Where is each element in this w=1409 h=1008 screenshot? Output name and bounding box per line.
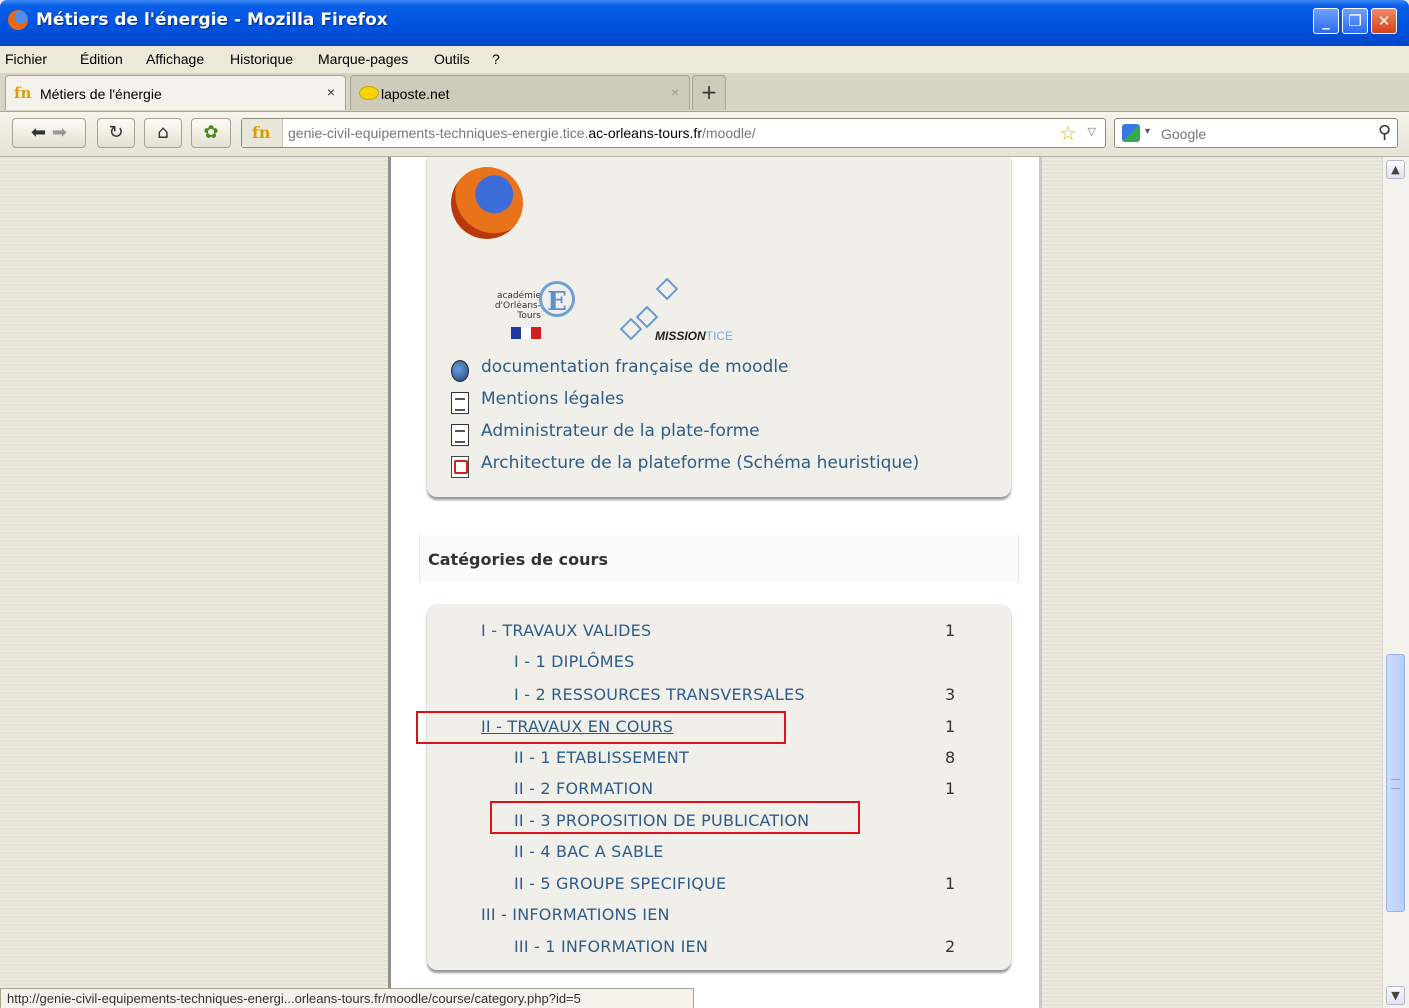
category-link[interactable]: II - 4 BAC A SABLE — [514, 842, 664, 861]
firefox-logo[interactable] — [451, 167, 523, 239]
minimize-icon: _ — [1322, 12, 1330, 30]
menu-fichier[interactable]: Fichier — [5, 51, 47, 67]
laposte-icon — [359, 86, 379, 100]
category-link[interactable]: III - 1 INFORMATION IEN — [514, 937, 708, 956]
back-arrow-icon[interactable]: ⬅ — [31, 122, 46, 143]
category-count: 2 — [945, 937, 956, 956]
tab-close-icon[interactable]: × — [671, 84, 679, 100]
highlight-box — [490, 801, 860, 834]
category-link[interactable]: II - 5 GROUPE SPECIFIQUE — [514, 874, 726, 893]
menu-affichage[interactable]: Affichage — [146, 51, 204, 67]
category-link[interactable]: I - TRAVAUX VALIDES — [481, 621, 651, 640]
forward-arrow-icon[interactable]: ➡ — [52, 122, 67, 143]
academie-logo-text: académie d'Orléans-Tours — [494, 291, 541, 321]
firefox-icon — [8, 10, 28, 30]
academie-logo[interactable]: académie d'Orléans-Tours E — [473, 275, 577, 347]
menu-edition[interactable]: Édition — [80, 51, 123, 67]
mission-tice-text: MISSIONTICE — [655, 329, 734, 343]
bookmark-star-icon[interactable]: ☆ — [1059, 121, 1077, 145]
categories-block: I - TRAVAUX VALIDES 1 I - 1 DIPLÔMES I -… — [427, 604, 1011, 970]
category-link[interactable]: II - 1 ETABLISSEMENT — [514, 748, 689, 767]
scrollbar-thumb[interactable] — [1386, 654, 1405, 912]
maximize-button[interactable]: ❐ — [1342, 8, 1368, 34]
window-title-bar: Métiers de l'énergie - Mozilla Firefox _… — [0, 0, 1409, 46]
page-viewport: académie d'Orléans-Tours E MISSIONTICE d… — [0, 157, 1382, 1008]
search-input[interactable] — [1159, 123, 1363, 145]
url-text[interactable]: genie-civil-equipements-techniques-energ… — [288, 125, 756, 141]
google-engine-icon[interactable] — [1122, 124, 1140, 142]
categories-heading: Catégories de cours — [428, 550, 608, 569]
grip-icon — [1391, 779, 1400, 789]
category-link[interactable]: II - 2 FORMATION — [514, 779, 653, 798]
home-icon: ⌂ — [157, 122, 169, 143]
back-forward-button[interactable]: ⬅ ➡ — [12, 118, 86, 148]
addon-icon: ✿ — [203, 122, 219, 143]
academie-e-icon: E — [539, 281, 575, 317]
category-count: 1 — [945, 621, 956, 640]
reload-icon: ↻ — [108, 122, 124, 143]
tab-label: laposte.net — [381, 86, 450, 102]
flag-icon — [511, 327, 541, 339]
scroll-down-button[interactable]: ▼ — [1386, 986, 1405, 1005]
tab-bar: fn Métiers de l'énergie × laposte.net × … — [0, 73, 1409, 112]
category-count: 1 — [945, 779, 956, 798]
menu-outils[interactable]: Outils — [434, 51, 470, 67]
page-content: académie d'Orléans-Tours E MISSIONTICE d… — [388, 157, 1042, 1008]
highlight-box — [416, 711, 786, 744]
navigation-toolbar: ⬅ ➡ ↻ ⌂ ✿ fn genie-civil-equipements-tec… — [0, 112, 1409, 157]
category-count: 8 — [945, 748, 956, 767]
address-bar[interactable]: fn genie-civil-equipements-techniques-en… — [241, 118, 1106, 148]
category-count: 3 — [945, 685, 956, 704]
history-dropdown-icon[interactable]: ▽ — [1088, 125, 1096, 138]
menu-bar: Fichier Édition Affichage Historique Mar… — [0, 46, 1409, 73]
window-title: Métiers de l'énergie - Mozilla Firefox — [36, 10, 388, 30]
engine-dropdown-icon[interactable]: ▾ — [1145, 126, 1150, 137]
close-window-button[interactable]: ✕ — [1371, 8, 1397, 34]
restore-icon: ❐ — [1348, 12, 1362, 30]
document-icon — [451, 392, 469, 414]
category-link[interactable]: I - 1 DIPLÔMES — [514, 652, 634, 671]
menu-help[interactable]: ? — [492, 51, 500, 67]
addon-button[interactable]: ✿ — [191, 118, 231, 148]
tab-laposte[interactable]: laposte.net × — [350, 75, 690, 110]
category-link[interactable]: III - INFORMATIONS IEN — [481, 905, 670, 924]
info-block: académie d'Orléans-Tours E MISSIONTICE d… — [427, 157, 1011, 497]
menu-historique[interactable]: Historique — [230, 51, 293, 67]
tab-metiers-energie[interactable]: fn Métiers de l'énergie × — [5, 75, 346, 110]
search-bar[interactable]: ▾ ⚲ — [1114, 118, 1398, 148]
chevron-up-icon: ▲ — [1391, 163, 1400, 176]
pdf-icon — [451, 456, 469, 478]
mission-tice-logo[interactable]: MISSIONTICE — [613, 275, 753, 347]
globe-icon — [451, 360, 469, 382]
new-tab-button[interactable]: + — [692, 75, 726, 110]
moodle-site-icon: fn — [14, 84, 32, 102]
site-identity-button[interactable]: fn — [242, 119, 283, 147]
diamond-shape — [655, 277, 679, 301]
minimize-button[interactable]: _ — [1313, 8, 1339, 34]
reload-button[interactable]: ↻ — [97, 118, 135, 148]
categories-header: Catégories de cours — [419, 535, 1019, 582]
category-link[interactable]: I - 2 RESSOURCES TRANSVERSALES — [514, 685, 805, 704]
home-button[interactable]: ⌂ — [144, 118, 182, 148]
close-icon: ✕ — [1377, 12, 1391, 30]
tab-close-icon[interactable]: × — [327, 84, 335, 100]
document-icon — [451, 424, 469, 446]
tab-label: Métiers de l'énergie — [40, 86, 162, 102]
vertical-scrollbar[interactable]: ▲ ▼ — [1382, 157, 1409, 1008]
category-count: 1 — [945, 874, 956, 893]
status-bar: http://genie-civil-equipements-technique… — [0, 988, 694, 1008]
moodle-site-icon: fn — [252, 123, 271, 142]
category-count: 1 — [945, 717, 956, 736]
chevron-down-icon: ▼ — [1391, 989, 1400, 1002]
scroll-up-button[interactable]: ▲ — [1386, 160, 1405, 179]
search-icon[interactable]: ⚲ — [1378, 122, 1391, 143]
menu-marque-pages[interactable]: Marque-pages — [318, 51, 408, 67]
